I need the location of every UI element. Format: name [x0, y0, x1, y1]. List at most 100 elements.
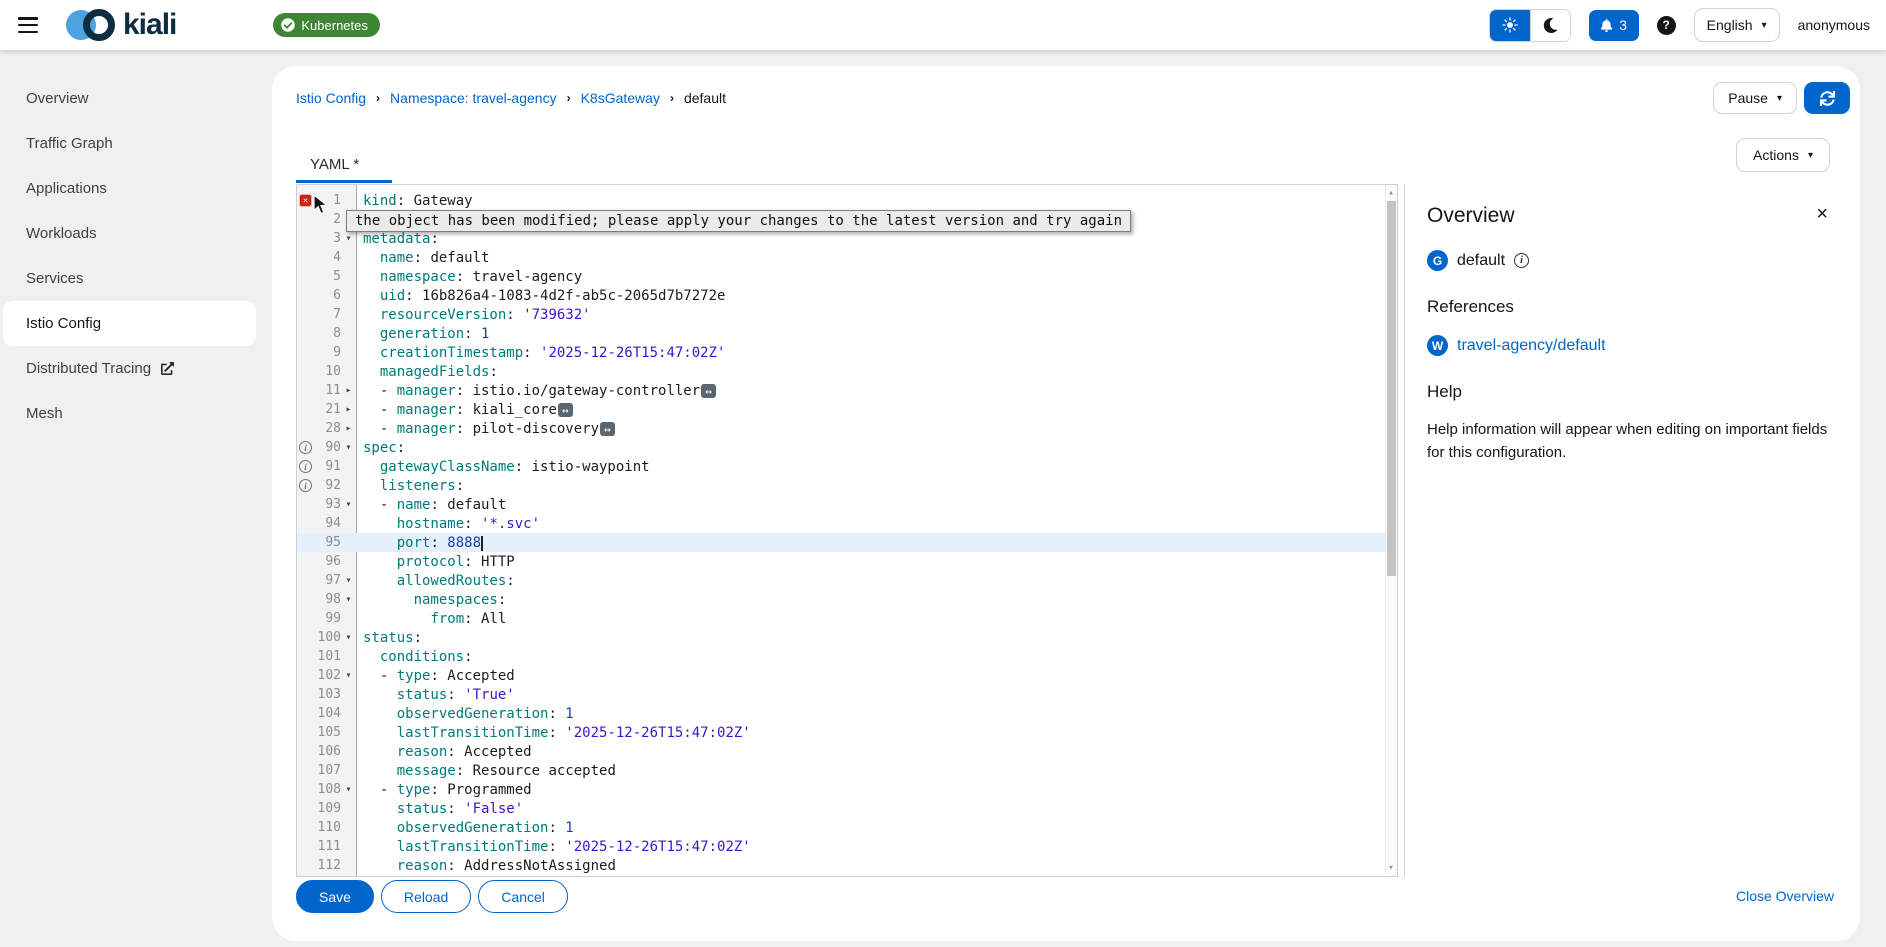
pause-label: Pause: [1728, 90, 1768, 106]
info-icon[interactable]: i: [299, 479, 312, 492]
info-icon[interactable]: i: [1514, 253, 1529, 268]
editor-line-112[interactable]: 112 reason: AddressNotAssigned: [297, 856, 1385, 875]
reference-link[interactable]: travel-agency/default: [1457, 337, 1606, 355]
theme-toggle: [1489, 9, 1571, 42]
sidebar-item-istio-config[interactable]: Istio Config: [3, 301, 256, 346]
editor-line-21[interactable]: 21▸ - manager: kiali_core↔: [297, 400, 1385, 419]
editor-line-104[interactable]: 104 observedGeneration: 1: [297, 704, 1385, 723]
editor-line-97[interactable]: 97▾ allowedRoutes:: [297, 571, 1385, 590]
scrollbar-thumb[interactable]: [1387, 201, 1396, 576]
editor-error-tooltip: the object has been modified; please app…: [346, 210, 1131, 232]
editor-line-91[interactable]: i91 gatewayClassName: istio-waypoint: [297, 457, 1385, 476]
hamburger-menu-icon[interactable]: [18, 17, 38, 33]
fold-open-icon[interactable]: ▾: [341, 575, 356, 586]
reload-button[interactable]: Reload: [381, 880, 471, 913]
fold-closed-icon[interactable]: ▸: [341, 404, 356, 415]
close-overview-link[interactable]: Close Overview: [1736, 888, 1834, 904]
info-icon[interactable]: i: [299, 460, 312, 473]
yaml-editor[interactable]: ✕1kind: Gateway23▾metadata:4 name: defau…: [296, 184, 1398, 877]
editor-line-28[interactable]: 28▸ - manager: pilot-discovery↔: [297, 419, 1385, 438]
editor-line-92[interactable]: i92 listeners:: [297, 476, 1385, 495]
editor-line-94[interactable]: 94 hostname: '*.svc': [297, 514, 1385, 533]
fold-open-icon[interactable]: ▾: [341, 233, 356, 244]
cancel-button[interactable]: Cancel: [478, 880, 568, 913]
breadcrumb-link-namespace-travel-agency[interactable]: Namespace: travel-agency: [390, 90, 557, 106]
tab-yaml[interactable]: YAML *: [310, 156, 359, 173]
code-text: - type: Accepted: [356, 668, 515, 684]
editor-line-109[interactable]: 109 status: 'False': [297, 799, 1385, 818]
sidebar-item-traffic-graph[interactable]: Traffic Graph: [0, 121, 262, 166]
kubernetes-badge: Kubernetes: [273, 13, 380, 37]
editor-line-103[interactable]: 103 status: 'True': [297, 685, 1385, 704]
breadcrumb-link-istio-config[interactable]: Istio Config: [296, 90, 366, 106]
editor-line-102[interactable]: 102▾ - type: Accepted: [297, 666, 1385, 685]
editor-scrollbar[interactable]: ▴ ▾: [1385, 185, 1397, 876]
editor-line-90[interactable]: i90▾spec:: [297, 438, 1385, 457]
help-icon[interactable]: ?: [1657, 16, 1676, 35]
dark-theme-button[interactable]: [1530, 10, 1570, 41]
sidebar-item-applications[interactable]: Applications: [0, 166, 262, 211]
kubernetes-badge-label: Kubernetes: [301, 18, 368, 33]
editor-line-99[interactable]: 99 from: All: [297, 609, 1385, 628]
scroll-up-icon[interactable]: ▴: [1386, 188, 1396, 198]
line-number: 4: [314, 250, 341, 265]
editor-line-110[interactable]: 110 observedGeneration: 1: [297, 818, 1385, 837]
editor-line-105[interactable]: 105 lastTransitionTime: '2025-12-26T15:4…: [297, 723, 1385, 742]
help-title: Help: [1427, 382, 1836, 402]
folded-code-widget[interactable]: ↔: [600, 422, 615, 436]
code-text: gatewayClassName: istio-waypoint: [356, 459, 650, 475]
info-icon[interactable]: i: [299, 441, 312, 454]
fold-open-icon[interactable]: ▾: [341, 670, 356, 681]
editor-line-9[interactable]: 9 creationTimestamp: '2025-12-26T15:47:0…: [297, 343, 1385, 362]
sidebar-item-services[interactable]: Services: [0, 256, 262, 301]
refresh-button[interactable]: [1804, 82, 1850, 114]
fold-open-icon[interactable]: ▾: [341, 499, 356, 510]
line-number: 94: [314, 516, 341, 531]
editor-line-1[interactable]: ✕1kind: Gateway: [297, 191, 1385, 210]
fold-closed-icon[interactable]: ▸: [341, 385, 356, 396]
editor-line-111[interactable]: 111 lastTransitionTime: '2025-12-26T15:4…: [297, 837, 1385, 856]
breadcrumb-link-k8sgateway[interactable]: K8sGateway: [581, 90, 660, 106]
editor-line-10[interactable]: 10 managedFields:: [297, 362, 1385, 381]
close-icon[interactable]: ×: [1816, 204, 1828, 224]
editor-line-7[interactable]: 7 resourceVersion: '739632': [297, 305, 1385, 324]
light-theme-button[interactable]: [1490, 10, 1530, 41]
editor-line-100[interactable]: 100▾status:: [297, 628, 1385, 647]
editor-line-8[interactable]: 8 generation: 1: [297, 324, 1385, 343]
folded-code-widget[interactable]: ↔: [558, 403, 573, 417]
editor-line-106[interactable]: 106 reason: Accepted: [297, 742, 1385, 761]
line-number: 9: [314, 345, 341, 360]
language-dropdown[interactable]: English ▾: [1694, 8, 1780, 42]
fold-open-icon[interactable]: ▾: [341, 594, 356, 605]
editor-line-96[interactable]: 96 protocol: HTTP: [297, 552, 1385, 571]
editor-line-95[interactable]: 95 port: 8888: [297, 533, 1385, 552]
editor-line-107[interactable]: 107 message: Resource accepted: [297, 761, 1385, 780]
editor-line-11[interactable]: 11▸ - manager: istio.io/gateway-controll…: [297, 381, 1385, 400]
scroll-down-icon[interactable]: ▾: [1386, 863, 1396, 873]
sidebar-item-mesh[interactable]: Mesh: [0, 391, 262, 436]
error-icon[interactable]: ✕: [299, 194, 312, 207]
resource-name: default: [1457, 252, 1505, 270]
editor-line-98[interactable]: 98▾ namespaces:: [297, 590, 1385, 609]
line-number: 111: [314, 839, 341, 854]
fold-open-icon[interactable]: ▾: [341, 442, 356, 453]
editor-line-108[interactable]: 108▾ - type: Programmed: [297, 780, 1385, 799]
sidebar-item-workloads[interactable]: Workloads: [0, 211, 262, 256]
line-number: 8: [314, 326, 341, 341]
line-number: 93: [314, 497, 341, 512]
sidebar-item-overview[interactable]: Overview: [0, 76, 262, 121]
pause-dropdown[interactable]: Pause ▾: [1713, 82, 1797, 114]
sidebar-item-distributed-tracing[interactable]: Distributed Tracing: [0, 346, 262, 391]
editor-line-93[interactable]: 93▾ - name: default: [297, 495, 1385, 514]
fold-open-icon[interactable]: ▾: [341, 632, 356, 643]
editor-line-101[interactable]: 101 conditions:: [297, 647, 1385, 666]
actions-dropdown[interactable]: Actions ▾: [1736, 138, 1830, 172]
save-button[interactable]: Save: [296, 880, 374, 913]
editor-line-4[interactable]: 4 name: default: [297, 248, 1385, 267]
folded-code-widget[interactable]: ↔: [701, 384, 716, 398]
editor-line-6[interactable]: 6 uid: 16b826a4-1083-4d2f-ab5c-2065d7b72…: [297, 286, 1385, 305]
fold-closed-icon[interactable]: ▸: [341, 423, 356, 434]
fold-open-icon[interactable]: ▾: [341, 784, 356, 795]
notifications-button[interactable]: 3: [1589, 10, 1639, 41]
editor-line-5[interactable]: 5 namespace: travel-agency: [297, 267, 1385, 286]
